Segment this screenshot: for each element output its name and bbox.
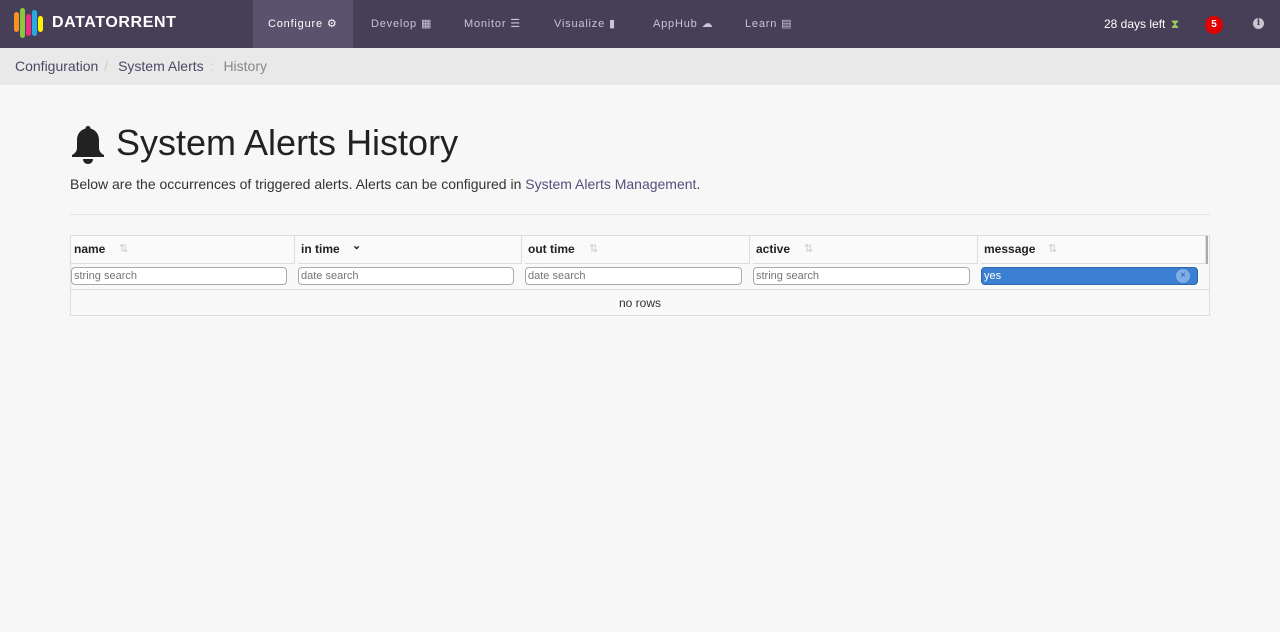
sort-icon[interactable]: ⇅ <box>1048 236 1057 263</box>
nav-configure-label: Configure <box>268 18 323 30</box>
description-suffix: . <box>696 176 701 192</box>
column-header-name[interactable]: name ⇅ <box>71 236 295 264</box>
nav-develop[interactable]: Develop ▦ <box>371 0 432 48</box>
column-header-message[interactable]: message ⇅ <box>981 236 1206 264</box>
active-filter-input[interactable] <box>753 267 970 285</box>
empty-table-message: no rows <box>71 289 1209 316</box>
datatorrent-logo-icon <box>14 8 44 38</box>
gear-icon: ⚙ <box>326 18 338 31</box>
page-description: Below are the occurrences of triggered a… <box>70 176 700 192</box>
in-time-filter-input[interactable] <box>298 267 514 285</box>
breadcrumb-history: History <box>223 58 267 74</box>
brand-logo[interactable]: DATATORRENT <box>14 8 177 38</box>
top-navbar: DATATORRENT Configure ⚙ Develop ▦ Monitor ☰… <box>0 0 1280 48</box>
message-filter-input[interactable] <box>981 267 1198 285</box>
book-icon: ▤ <box>781 18 793 31</box>
out-time-filter-input[interactable] <box>525 267 742 285</box>
brand-name: DATATORRENT <box>52 14 177 31</box>
nav-apphub[interactable]: AppHub ☁ <box>653 0 713 48</box>
bar-chart-icon: ▮ <box>609 18 616 31</box>
breadcrumb: Configuration / System Alerts: History <box>0 48 1280 85</box>
breadcrumb-separator: / <box>104 58 109 74</box>
system-alerts-management-link[interactable]: System Alerts Management <box>525 176 696 192</box>
trial-text: 28 days left <box>1104 17 1166 31</box>
nav-monitor[interactable]: Monitor ☰ <box>464 0 521 48</box>
cloud-icon: ☁ <box>701 18 714 31</box>
list-icon: ☰ <box>510 18 521 31</box>
column-label: name <box>74 242 106 256</box>
sort-icon[interactable]: ⇅ <box>119 236 128 263</box>
nav-learn-label: Learn <box>745 18 778 30</box>
sort-icon[interactable]: ⇅ <box>589 236 598 263</box>
grid-icon: ▦ <box>420 18 433 31</box>
nav-visualize-label: Visualize <box>554 18 606 30</box>
sort-desc-icon[interactable]: ⌄ <box>352 233 361 260</box>
column-label: message <box>984 242 1036 256</box>
nav-configure[interactable]: Configure ⚙ <box>253 0 353 48</box>
column-header-out-time[interactable]: out time ⇅ <box>525 236 750 264</box>
info-icon[interactable]: i <box>1253 18 1264 29</box>
hourglass-icon: ⧗ <box>1170 17 1180 31</box>
divider <box>70 214 1210 215</box>
clear-filter-icon[interactable]: × <box>1176 269 1190 283</box>
column-label: out time <box>528 242 575 256</box>
name-filter-input[interactable] <box>71 267 287 285</box>
nav-monitor-label: Monitor <box>464 18 507 30</box>
nav-learn[interactable]: Learn ▤ <box>745 0 792 48</box>
column-label: in time <box>301 242 340 256</box>
page-title: System Alerts History <box>116 122 459 163</box>
breadcrumb-system-alerts[interactable]: System Alerts <box>118 58 204 74</box>
nav-develop-label: Develop <box>371 18 417 30</box>
description-text: Below are the occurrences of triggered a… <box>70 176 526 192</box>
column-resize-handle[interactable] <box>1206 236 1208 264</box>
bell-icon <box>72 126 104 164</box>
trial-remaining[interactable]: 28 days left ⧗ <box>1104 0 1179 48</box>
alerts-history-table: name ⇅ in time ⌄ out time ⇅ active ⇅ mes… <box>70 235 1210 316</box>
nav-apphub-label: AppHub <box>653 18 698 30</box>
column-header-in-time[interactable]: in time ⌄ <box>298 236 522 264</box>
breadcrumb-configuration[interactable]: Configuration <box>15 58 98 74</box>
sort-icon[interactable]: ⇅ <box>804 236 813 263</box>
column-label: active <box>756 242 791 256</box>
column-header-active[interactable]: active ⇅ <box>753 236 978 264</box>
nav-visualize[interactable]: Visualize ▮ <box>554 0 616 48</box>
breadcrumb-separator: : <box>209 58 214 74</box>
notification-badge[interactable]: 5 <box>1205 16 1223 34</box>
